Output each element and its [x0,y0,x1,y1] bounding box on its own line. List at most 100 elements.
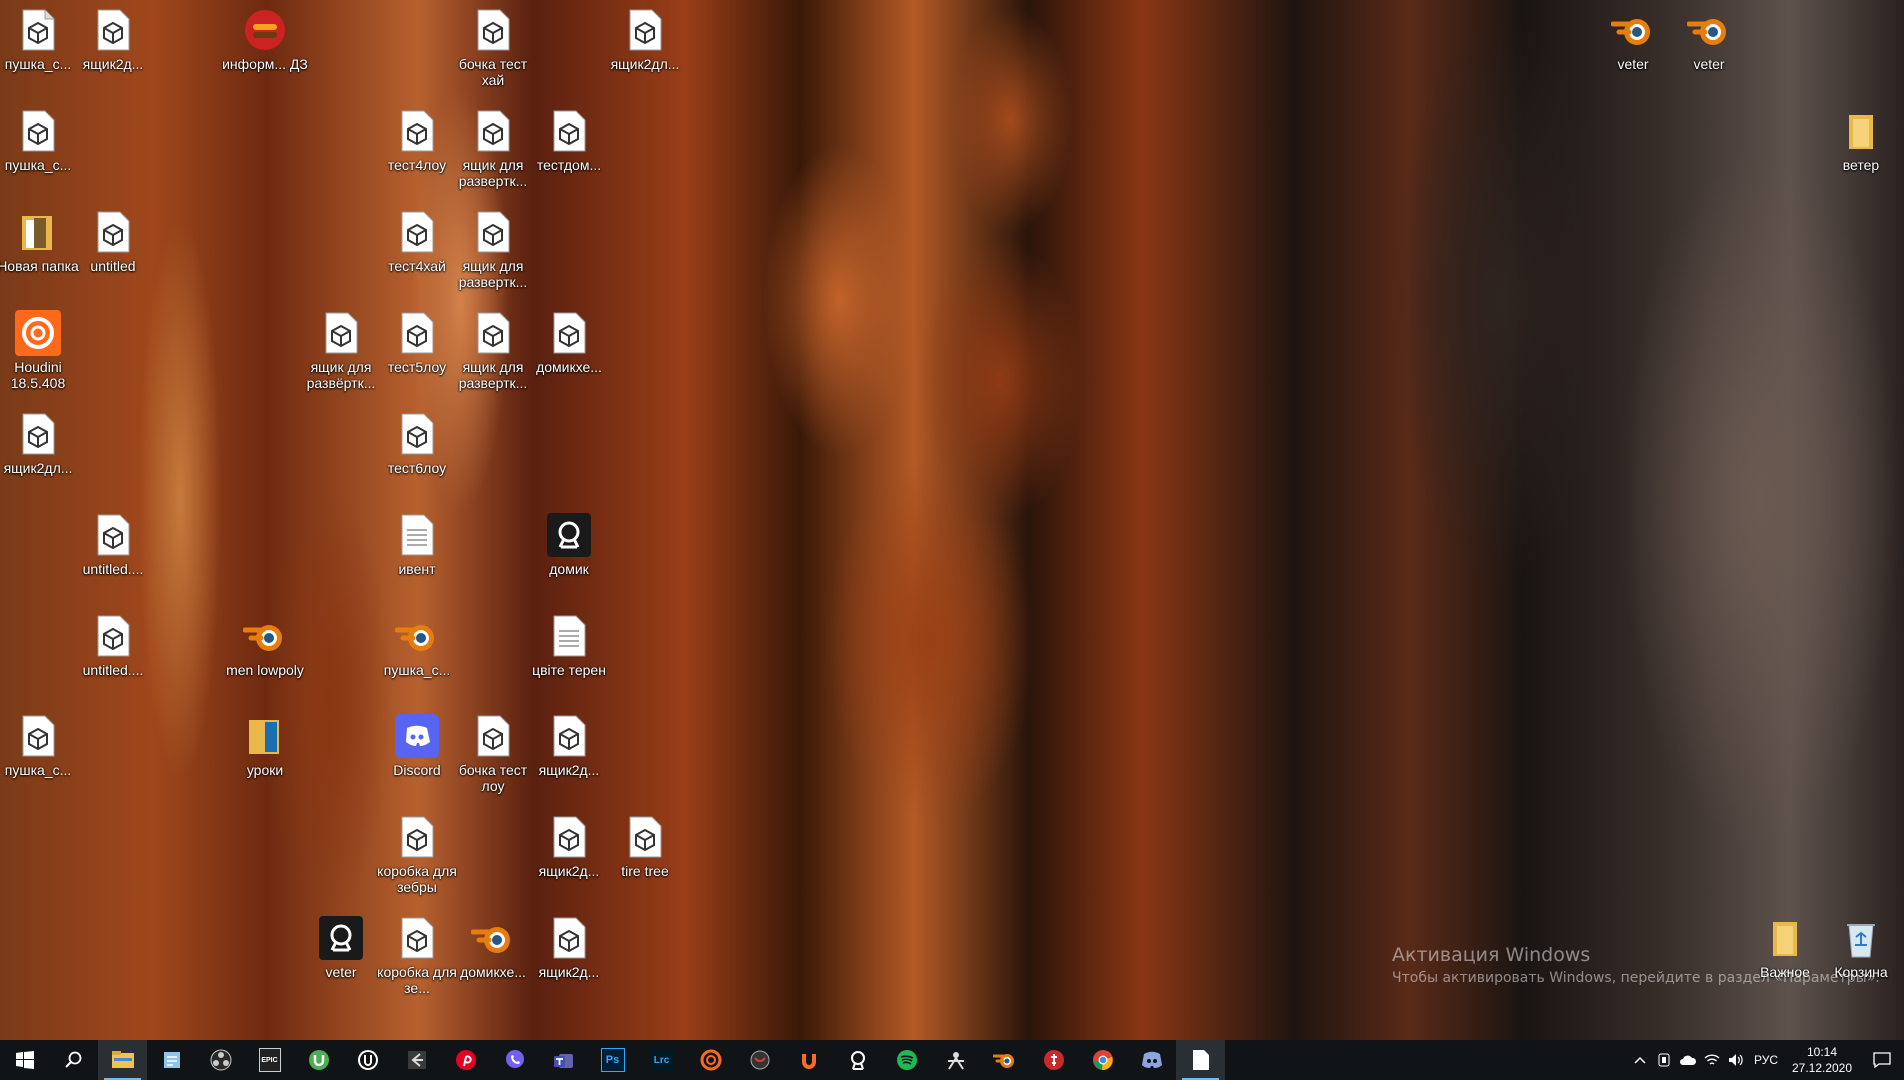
desktop-icon[interactable]: цвіте терен [532,612,606,678]
tray-onedrive[interactable] [1676,1040,1700,1080]
icon-label: пушка_с... [4,56,72,72]
blend-file-icon [545,712,593,760]
taskbar-discord[interactable] [1127,1040,1176,1080]
blend-file-icon [89,208,137,256]
desktop[interactable]: пушка_с... пушка_с... Новая папка Houdin… [0,0,1904,1040]
blend-file-icon [469,208,517,256]
taskbar-origin[interactable] [784,1040,833,1080]
desktop-icon[interactable]: домик [532,511,606,577]
desktop-icon[interactable]: ящик2д... [532,813,606,879]
start-button[interactable] [0,1040,49,1080]
blend-file-icon [393,309,441,357]
desktop-icon[interactable]: untitled [76,208,150,274]
desktop-icon[interactable]: бочка тест лоу [456,712,530,794]
taskbar-houdini[interactable] [686,1040,735,1080]
desktop-icon[interactable]: ящик для развертк... [456,107,530,189]
desktop-icon[interactable]: пушка_с... [1,107,75,173]
blender-icon [241,612,289,660]
taskbar-vs-code[interactable] [392,1040,441,1080]
desktop-icon[interactable]: ящик2д... [532,712,606,778]
desktop-icon[interactable]: тест5лоу [380,309,454,375]
taskbar-unreal-engine[interactable] [343,1040,392,1080]
desktop-icon[interactable]: тест4лоу [380,107,454,173]
houdini-icon [700,1049,721,1071]
icon-label: тестдом... [536,157,602,173]
tray-network[interactable] [1700,1040,1724,1080]
taskbar-substance[interactable] [833,1040,882,1080]
desktop-icon[interactable]: ящик для развертк... [456,309,530,391]
clock-time: 10:14 [1806,1045,1838,1059]
desktop-icon[interactable]: пушка_с... [1,6,75,72]
discord-icon [393,712,441,760]
icon-label: бочка тест лоу [458,762,528,794]
desktop-icon[interactable]: коробка для зе... [377,914,457,996]
input-language-indicator[interactable]: РУС [1748,1053,1784,1067]
taskbar-chrome[interactable] [1078,1040,1127,1080]
taskbar-pinterest[interactable] [441,1040,490,1080]
desktop-icon[interactable]: домикхе... [456,914,530,980]
taskbar-viber[interactable] [490,1040,539,1080]
icon-label: ящик2д... [538,964,600,980]
taskbar-steam[interactable] [1029,1040,1078,1080]
desktop-icon[interactable]: ящик для развертк... [456,208,530,290]
desktop-icon[interactable]: untitled.... [76,612,150,678]
desktop-icon[interactable]: коробка для зебры [377,813,457,895]
icon-label: уроки [246,762,284,778]
tray-volume[interactable] [1724,1040,1748,1080]
action-center-button[interactable] [1860,1040,1904,1080]
taskbar-teams[interactable] [539,1040,588,1080]
clock[interactable]: 10:14 27.12.2020 [1784,1044,1860,1076]
desktop-icon[interactable]: ящик2дл... [1,410,75,476]
desktop-icon[interactable]: Новая папка [0,208,79,274]
taskbar-utorrent[interactable] [294,1040,343,1080]
search-button[interactable] [49,1040,98,1080]
blend-file-icon [621,6,669,54]
taskbar-zbrush[interactable] [931,1040,980,1080]
desktop-icon[interactable]: veter [304,914,378,980]
taskbar-unity[interactable] [735,1040,784,1080]
desktop-icon[interactable]: ветер [1824,107,1898,173]
blender-icon [393,612,441,660]
desktop-icon[interactable]: бочка тест хай [456,6,530,88]
taskbar: EPIC Ps Lrc РУС 10:14 27.12.2020 [0,1040,1904,1080]
tray-overflow-button[interactable] [1628,1040,1652,1080]
desktop-icon[interactable]: ящик для развёртк... [304,309,378,391]
desktop-icon[interactable]: men lowpoly [226,612,304,678]
blender-icon [992,1054,1014,1068]
blend-file-icon [393,410,441,458]
desktop-icon[interactable]: Discord [380,712,454,778]
taskbar-notepad[interactable] [147,1040,196,1080]
tray-device[interactable] [1652,1040,1676,1080]
desktop-icon[interactable]: ящик2д... [76,6,150,72]
taskbar-epic-games[interactable]: EPIC [245,1040,294,1080]
taskbar-photoshop[interactable]: Ps [588,1040,637,1080]
blend-file-icon [469,6,517,54]
desktop-icon[interactable]: уроки [228,712,302,778]
desktop-icon[interactable]: пушка_с... [380,612,454,678]
desktop-icon[interactable]: veter [1672,6,1746,72]
desktop-icon[interactable]: пушка_с... [1,712,75,778]
desktop-icon[interactable]: ящик2д... [532,914,606,980]
desktop-icon[interactable]: тестдом... [532,107,606,173]
desktop-icon[interactable]: домикхе... [532,309,606,375]
desktop-icon[interactable]: ящик2дл... [608,6,682,72]
desktop-icon[interactable]: veter [1596,6,1670,72]
taskbar-file-explorer[interactable] [98,1040,147,1080]
desktop-icon[interactable]: untitled.... [76,511,150,577]
desktop-icon[interactable]: ивент [380,511,454,577]
taskbar-spotify[interactable] [882,1040,931,1080]
blend-file-icon [14,712,62,760]
lightroom-classic-icon: Lrc [650,1049,673,1071]
taskbar-blender[interactable] [980,1040,1029,1080]
icon-label: untitled.... [82,561,144,577]
taskbar-lightroom-classic[interactable]: Lrc [637,1040,686,1080]
desktop-icon[interactable]: тест6лоу [380,410,454,476]
desktop-icon[interactable]: тест4хай [380,208,454,274]
desktop-icon[interactable]: Houdini 18.5.408 [1,309,75,391]
desktop-icon[interactable]: tire tree [608,813,682,879]
desktop-icon[interactable]: информ... ДЗ [222,6,308,72]
taskbar-document[interactable] [1176,1040,1225,1080]
taskbar-obs[interactable] [196,1040,245,1080]
chevron-up-icon [1634,1056,1646,1064]
utorrent-icon [308,1050,329,1070]
